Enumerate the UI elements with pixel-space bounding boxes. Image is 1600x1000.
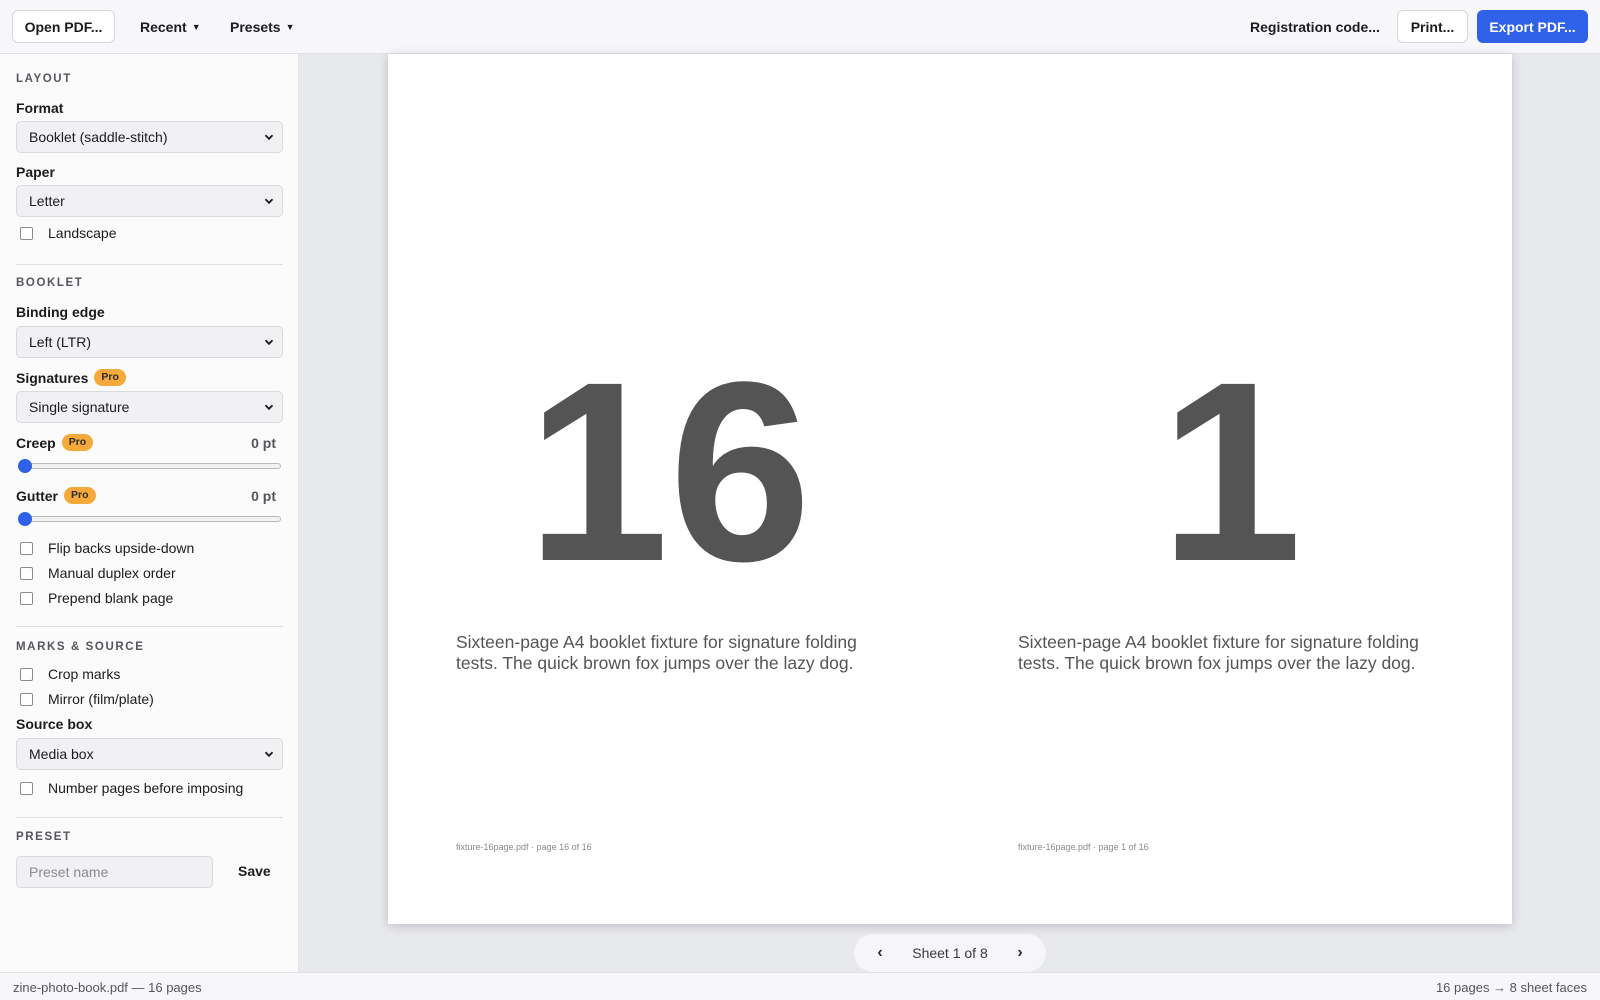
sheet-indicator: Sheet 1 of 8: [912, 945, 988, 961]
format-value: Booklet (saddle-stitch): [29, 129, 168, 145]
signatures-value: Single signature: [29, 399, 130, 415]
status-bar: zine-photo-book.pdf — 16 pages 16 pages …: [0, 972, 1600, 1000]
section-heading-marks-source: MARKS & SOURCE: [16, 641, 145, 653]
print-button[interactable]: Print...: [1397, 10, 1468, 43]
registration-code-label: Registration code...: [1250, 18, 1380, 35]
flip-backs-label: Flip backs upside-down: [48, 540, 195, 556]
binding-edge-label: Binding edge: [16, 304, 105, 320]
pro-badge: Pro: [64, 487, 96, 504]
source-box-label: Source box: [16, 716, 93, 732]
format-select[interactable]: Booklet (saddle-stitch): [16, 121, 283, 153]
binding-edge-select[interactable]: Left (LTR): [16, 326, 283, 358]
gutter-slider[interactable]: [16, 512, 283, 526]
creep-value: 0 pt: [251, 435, 276, 451]
prepend-blank-label: Prepend blank page: [48, 590, 174, 606]
preview-canvas: 16 Sixteen-page A4 booklet fixture for s…: [299, 54, 1600, 972]
section-heading-booklet: BOOKLET: [16, 277, 84, 289]
settings-sidebar: LAYOUT Format Booklet (saddle-stitch) Pa…: [0, 54, 299, 972]
crop-marks-label: Crop marks: [48, 666, 121, 682]
pro-badge: Pro: [61, 434, 94, 451]
section-divider: [16, 626, 283, 627]
gutter-slider-thumb[interactable]: [18, 512, 32, 526]
preset-name-input[interactable]: Preset name: [16, 856, 213, 888]
signatures-label: Signatures Pro: [16, 369, 126, 386]
paper-value: Letter: [29, 193, 65, 209]
gutter-value: 0 pt: [251, 488, 276, 504]
chevron-down-icon: [264, 404, 274, 411]
export-pdf-button[interactable]: Export PDF...: [1477, 10, 1588, 43]
recent-label: Recent: [140, 18, 187, 35]
next-sheet-button[interactable]: ›: [1008, 941, 1032, 965]
section-divider: [16, 817, 283, 818]
creep-label: Creep Pro: [16, 434, 94, 451]
mirror-option[interactable]: Mirror (film/plate): [16, 691, 154, 707]
binding-edge-value: Left (LTR): [29, 334, 91, 350]
number-pages-checkbox[interactable]: [20, 781, 33, 795]
previous-sheet-button[interactable]: ‹: [868, 941, 892, 965]
manual-duplex-option[interactable]: Manual duplex order: [16, 565, 176, 581]
chevron-down-icon: [264, 134, 274, 141]
left-page-number: 16: [526, 329, 812, 615]
flip-backs-checkbox[interactable]: [20, 541, 33, 555]
export-pdf-label: Export PDF...: [1489, 18, 1576, 35]
right-page-footer: fixture-16page.pdf · page 1 of 16: [1018, 842, 1149, 852]
crop-marks-option[interactable]: Crop marks: [16, 666, 120, 682]
caret-down-icon: ▼: [285, 21, 295, 32]
print-label: Print...: [1410, 18, 1455, 35]
preset-name-placeholder: Preset name: [29, 864, 109, 880]
mirror-label: Mirror (film/plate): [48, 691, 154, 707]
open-pdf-button[interactable]: Open PDF...: [12, 10, 115, 43]
presets-label: Presets: [230, 18, 281, 35]
landscape-option[interactable]: Landscape: [16, 225, 117, 241]
presets-menu-button[interactable]: Presets ▼: [216, 10, 309, 43]
creep-slider-track: [18, 463, 281, 469]
sheet-pager: ‹ Sheet 1 of 8 ›: [854, 934, 1046, 972]
right-page-number: 1: [1159, 329, 1303, 615]
source-box-value: Media box: [29, 746, 94, 762]
toolbar: Open PDF... Recent ▼ Presets ▼ Registrat…: [0, 0, 1600, 54]
number-pages-option[interactable]: Number pages before imposing: [16, 780, 243, 796]
recent-menu-button[interactable]: Recent ▼: [126, 10, 215, 43]
paper-label: Paper: [16, 164, 55, 180]
status-sheet-summary: 16 pages → 8 sheet faces: [1435, 980, 1587, 995]
source-box-select[interactable]: Media box: [16, 738, 283, 770]
landscape-checkbox[interactable]: [20, 226, 33, 240]
gutter-slider-track: [18, 516, 281, 522]
creep-slider-thumb[interactable]: [18, 459, 32, 473]
chevron-down-icon: [264, 751, 274, 758]
left-page-text: Sixteen-page A4 booklet fixture for sign…: [456, 632, 857, 673]
flip-backs-option[interactable]: Flip backs upside-down: [16, 540, 194, 556]
open-pdf-label: Open PDF...: [24, 18, 103, 35]
paper-select[interactable]: Letter: [16, 185, 283, 217]
format-label: Format: [16, 100, 64, 116]
registration-code-button[interactable]: Registration code...: [1236, 10, 1394, 43]
right-page: 1 Sixteen-page A4 booklet fixture for si…: [950, 54, 1512, 924]
prepend-blank-option[interactable]: Prepend blank page: [16, 590, 173, 606]
section-divider: [16, 264, 283, 265]
right-page-text: Sixteen-page A4 booklet fixture for sign…: [1018, 632, 1419, 673]
left-page-footer: fixture-16page.pdf · page 16 of 16: [456, 842, 592, 852]
gutter-label: Gutter Pro: [16, 487, 96, 504]
section-heading-preset: PRESET: [16, 831, 72, 843]
manual-duplex-checkbox[interactable]: [20, 566, 33, 580]
sheet-preview: 16 Sixteen-page A4 booklet fixture for s…: [388, 54, 1512, 924]
save-preset-button[interactable]: Save: [224, 857, 285, 885]
manual-duplex-label: Manual duplex order: [48, 565, 176, 581]
status-file-info: zine-photo-book.pdf — 16 pages: [13, 980, 202, 995]
prepend-blank-checkbox[interactable]: [20, 591, 33, 605]
chevron-down-icon: [264, 339, 274, 346]
mirror-checkbox[interactable]: [20, 692, 33, 706]
signatures-select[interactable]: Single signature: [16, 391, 283, 423]
caret-down-icon: ▼: [191, 21, 201, 32]
creep-slider[interactable]: [16, 459, 283, 473]
landscape-label: Landscape: [48, 225, 117, 241]
crop-marks-checkbox[interactable]: [20, 667, 33, 681]
section-heading-layout: LAYOUT: [16, 73, 72, 85]
number-pages-label: Number pages before imposing: [48, 780, 244, 796]
pro-badge: Pro: [94, 369, 126, 386]
chevron-down-icon: [264, 198, 274, 205]
left-page: 16 Sixteen-page A4 booklet fixture for s…: [388, 54, 950, 924]
save-preset-label: Save: [238, 863, 271, 879]
